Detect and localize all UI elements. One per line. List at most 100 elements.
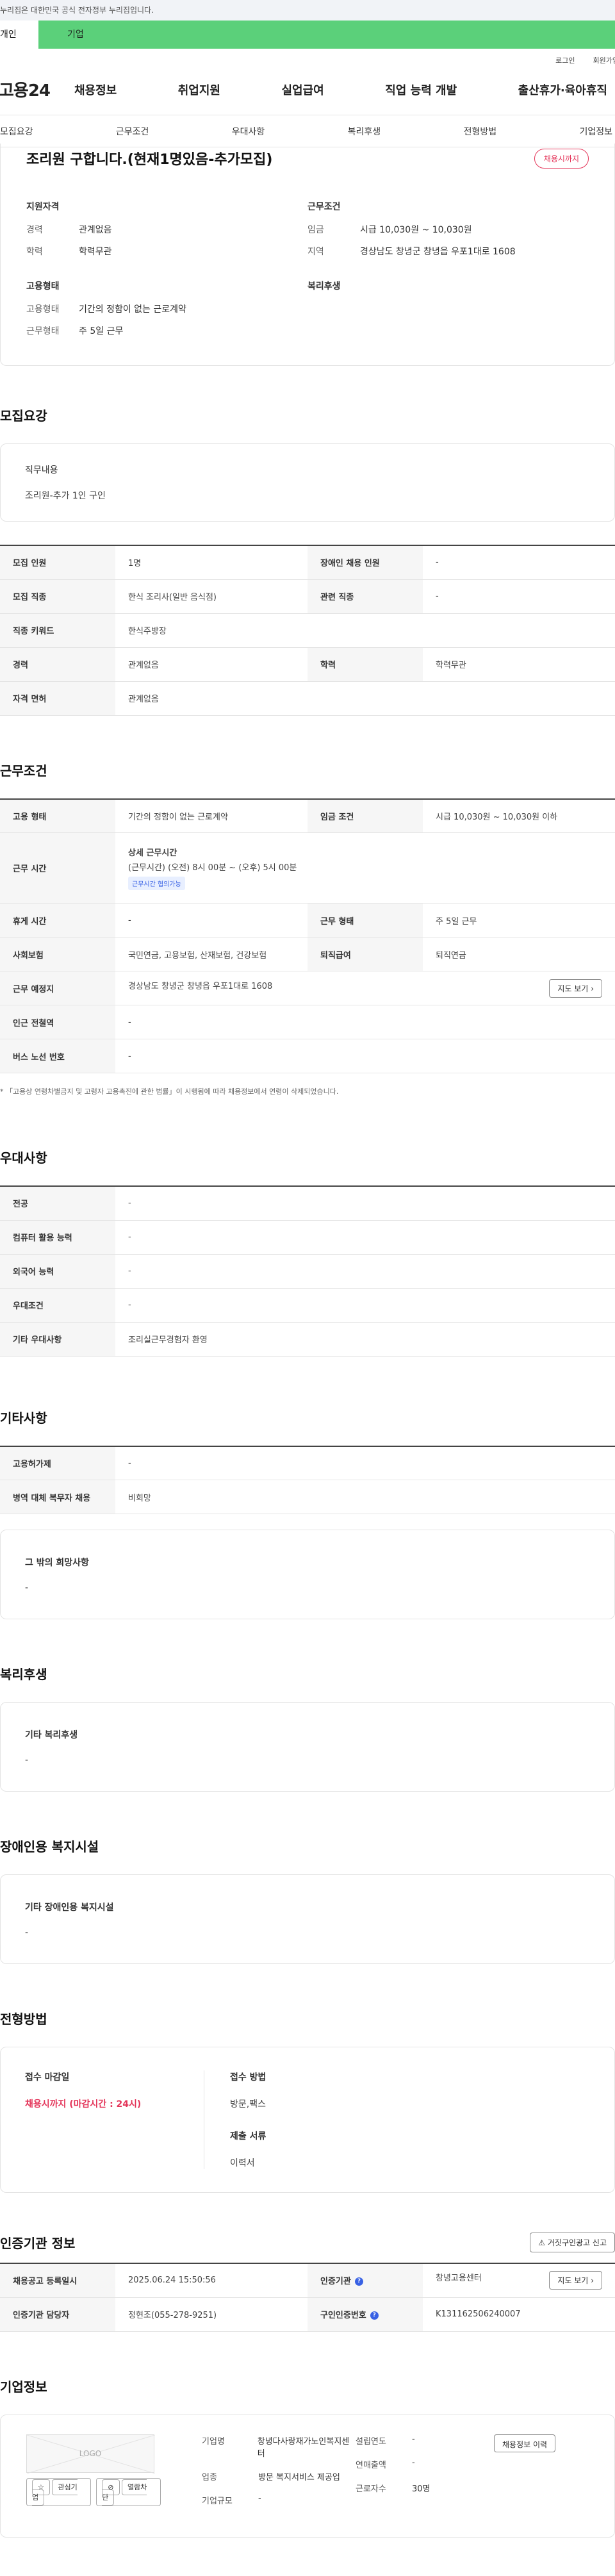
cert-no-label: 구인인증번호 xyxy=(320,2311,366,2320)
etc-table: 고용허가제 - 병역 대체 복무자 채용 비희망 xyxy=(0,1445,615,1514)
table-header: 학력 xyxy=(308,647,423,682)
login-link[interactable]: 로그인 xyxy=(555,55,575,65)
table-cell: 1명 xyxy=(115,545,308,580)
table-row: 컴퓨터 활용 능력 - xyxy=(0,1220,615,1255)
table-header: 장애인 채용 인원 xyxy=(308,545,423,580)
work-hours-cell: 상세 근무시간 (근무시간) (오전) 8시 00분 ~ (오후) 5시 00분… xyxy=(115,832,615,904)
gnb-item-leave[interactable]: 출산휴가·육아휴직 xyxy=(518,81,607,98)
age-notice: * 「고용상 연령차별금지 및 고령자 고용촉진에 관한 법률」이 시행됨에 따… xyxy=(0,1087,339,1096)
table-row: 기타 우대사항 조리실근무경험자 환영 xyxy=(0,1322,615,1357)
negotiable-badge: 근무시간 협의가능 xyxy=(128,877,185,890)
process-section-title: 전형방법 xyxy=(0,2011,47,2027)
table-cell: - xyxy=(115,1186,615,1221)
table-header: 관련 직종 xyxy=(308,579,423,614)
disabled-value: - xyxy=(25,1928,29,1938)
table-header: 임금 조건 xyxy=(308,798,423,833)
welfare-label: 기타 복리후생 xyxy=(25,1730,78,1740)
company-logo-column: LOGO ☆ 관심기업 ⊘ 열람차단 xyxy=(26,2434,161,2518)
table-header: 구인인증번호? xyxy=(308,2297,423,2332)
process-columns: 접수 마감일 채용시까지 (마감시간 : 24시) 접수 방법 방문,팩스 제출… xyxy=(25,2070,590,2169)
map-view-label: 지도 보기 xyxy=(557,984,589,993)
gnb-item-unemployment[interactable]: 실업급여 xyxy=(282,81,324,98)
welfare-section-title: 복리후생 xyxy=(0,1667,47,1682)
block-view-button[interactable]: ⊘ 열람차단 xyxy=(96,2477,161,2506)
table-cell: K131162506240007 xyxy=(423,2297,615,2332)
education-row: 학력 학력무관 xyxy=(26,245,308,258)
etc-wish-box: 그 밖의 희망사항 - xyxy=(0,1530,615,1619)
tab-personal[interactable]: 개인 xyxy=(0,21,38,49)
tab-company[interactable]: 기업정보 xyxy=(579,125,612,138)
table-cell: - xyxy=(115,1288,615,1323)
wage-value: 시급 10,030원 ~ 10,030원 xyxy=(360,225,472,235)
info-icon[interactable]: ? xyxy=(354,2277,363,2286)
table-row: 직종 키워드 한식주방장 xyxy=(0,613,615,648)
process-deadline: 접수 마감일 채용시까지 (마감시간 : 24시) xyxy=(25,2070,204,2169)
cert-org-label: 인증기관 xyxy=(320,2277,351,2287)
company-size-label: 기업규모 xyxy=(202,2496,233,2506)
recruit-history-button[interactable]: 채용정보 이력 xyxy=(494,2434,556,2452)
table-header: 근무 시간 xyxy=(0,832,115,904)
tab-recruit[interactable]: 모집요강 xyxy=(0,125,33,138)
table-cell: 퇴직연금 xyxy=(423,937,615,971)
table-cell: - xyxy=(115,1446,615,1480)
preference-section-title: 우대사항 xyxy=(0,1150,47,1166)
emp-type-value: 기간의 정함이 없는 근로계약 xyxy=(79,304,186,315)
site-tabs: 개인 기업 xyxy=(0,21,615,49)
tab-process[interactable]: 전형방법 xyxy=(464,125,497,138)
tab-conditions[interactable]: 근무조건 xyxy=(116,125,149,138)
career-label: 경력 xyxy=(26,225,43,235)
gnb-item-jobs[interactable]: 채용정보 xyxy=(74,81,117,98)
info-icon[interactable]: ? xyxy=(370,2311,379,2320)
table-header: 직종 키워드 xyxy=(0,613,115,648)
table-header: 버스 노선 번호 xyxy=(0,1039,115,1073)
cert-table: 채용공고 등록일시 2025.06.24 15:50:56 인증기관? 창녕고용… xyxy=(0,2263,615,2332)
table-header: 병역 대체 복무자 채용 xyxy=(0,1480,115,1514)
disabled-label: 기타 장애인용 복지시설 xyxy=(25,1903,114,1913)
join-link[interactable]: 회원가입 xyxy=(593,55,615,65)
logo-text: LOGO xyxy=(79,2448,102,2458)
sales-label: 연매출액 xyxy=(356,2460,386,2470)
gnb-item-support[interactable]: 취업지원 xyxy=(178,81,220,98)
interest-company-button[interactable]: ☆ 관심기업 xyxy=(26,2477,92,2506)
cert-map-button[interactable]: 지도 보기 › xyxy=(549,2271,602,2290)
welfare-value: - xyxy=(25,1755,29,1765)
report-fake-ad-button[interactable]: ⚠ 거짓구인광고 신고 xyxy=(530,2233,615,2252)
job-content-value: 조리원-추가 1인 구인 xyxy=(25,491,106,501)
preference-table: 전공 - 컴퓨터 활용 능력 - 외국어 능력 - 우대조건 - 기타 우대사항 조리실근… xyxy=(0,1185,615,1357)
table-cell: - xyxy=(115,1254,615,1289)
table-header: 인근 전철역 xyxy=(0,1005,115,1039)
career-value: 관계없음 xyxy=(79,225,112,235)
table-cell: 시급 10,030원 ~ 10,030원 이하 xyxy=(423,798,615,833)
table-row: 고용 형태 기간의 정함이 없는 근로계약 임금 조건 시급 10,030원 ~… xyxy=(0,798,615,833)
tab-welfare[interactable]: 복리후생 xyxy=(348,125,381,138)
etc-section-title: 기타사항 xyxy=(0,1410,47,1426)
conditions-heading: 근무조건 xyxy=(308,202,341,212)
table-header: 채용공고 등록일시 xyxy=(0,2263,115,2298)
site-logo[interactable]: 고용24 xyxy=(0,78,74,101)
emp-type-row: 고용형태 기간의 정함이 없는 근로계약 xyxy=(26,302,308,315)
table-cell: 기간의 정함이 없는 근로계약 xyxy=(115,798,308,833)
tab-company[interactable]: 기업 xyxy=(38,21,615,49)
table-cell: - xyxy=(115,1220,615,1255)
table-row: 외국어 능력 - xyxy=(0,1254,615,1289)
table-row: 병역 대체 복무자 채용 비희망 xyxy=(0,1480,615,1514)
table-cell: - xyxy=(115,903,308,937)
wage-row: 임금 시급 10,030원 ~ 10,030원 xyxy=(308,223,589,236)
table-cell: 학력무관 xyxy=(423,647,615,682)
map-view-button[interactable]: 지도 보기 › xyxy=(549,978,602,998)
work-hours-heading: 상세 근무시간 xyxy=(128,848,177,858)
job-content-label: 직무내용 xyxy=(25,465,58,475)
education-label: 학력 xyxy=(26,247,43,257)
work-hours-value: (근무시간) (오전) 8시 00분 ~ (오후) 5시 00분 xyxy=(128,863,297,873)
table-cell: 2025.06.24 15:50:56 xyxy=(115,2263,308,2298)
table-header: 모집 인원 xyxy=(0,545,115,580)
region-value: 경상남도 창녕군 창녕읍 우포1대로 1608 xyxy=(360,247,516,257)
founded-value: - xyxy=(412,2434,415,2444)
gnb-item-training[interactable]: 직업 능력 개발 xyxy=(385,81,457,98)
company-logo-placeholder: LOGO xyxy=(26,2434,155,2473)
industry-label: 업종 xyxy=(202,2472,217,2482)
table-header: 휴게 시간 xyxy=(0,903,115,937)
table-row: 버스 노선 번호 - xyxy=(0,1039,615,1073)
table-cell: 관계없음 xyxy=(115,681,615,716)
tab-preference[interactable]: 우대사항 xyxy=(232,125,265,138)
